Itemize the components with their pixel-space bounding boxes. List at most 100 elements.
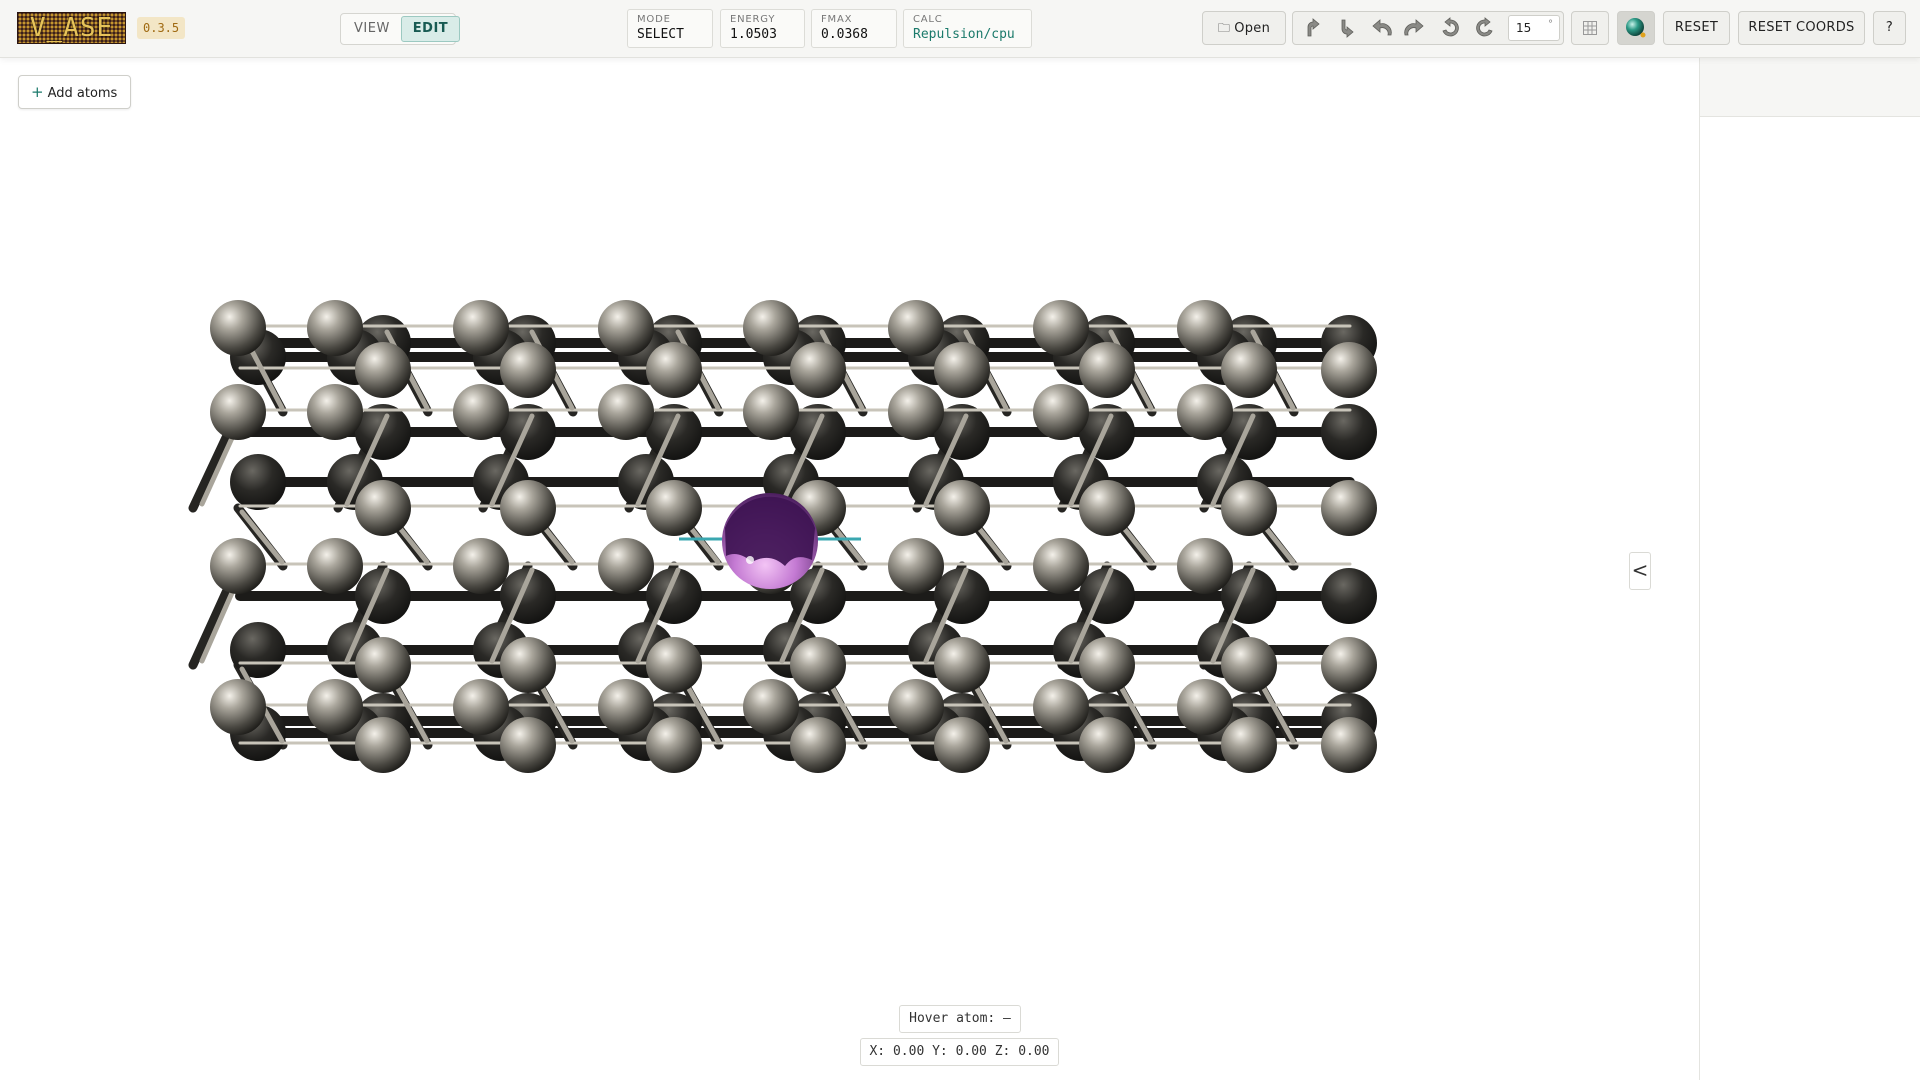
carbon-atom[interactable]: [598, 300, 654, 356]
edit-mode-button[interactable]: EDIT: [400, 16, 461, 42]
carbon-atom[interactable]: [1033, 679, 1089, 735]
hover-atom-readout: Hover atom: –: [899, 1005, 1021, 1033]
carbon-atom[interactable]: [355, 717, 411, 773]
top-bar: V_ASE 0.3.5 VIEW EDIT MODE SELECT ENERGY…: [0, 0, 1920, 58]
plus-icon: +: [31, 83, 44, 101]
carbon-atom[interactable]: [888, 300, 944, 356]
calc-value: Repulsion/cpu: [913, 27, 1015, 42]
carbon-atom[interactable]: [307, 679, 363, 735]
carbon-atom[interactable]: [1321, 342, 1377, 398]
calc-stat: CALC Repulsion/cpu: [903, 9, 1032, 48]
carbon-atom[interactable]: [1221, 637, 1277, 693]
carbon-atom[interactable]: [743, 384, 799, 440]
carbon-atom[interactable]: [1321, 637, 1377, 693]
carbon-atom[interactable]: [1079, 717, 1135, 773]
carbon-atom[interactable]: [888, 538, 944, 594]
carbon-atom[interactable]: [934, 717, 990, 773]
carbon-atom[interactable]: [500, 637, 556, 693]
carbon-atom[interactable]: [1321, 717, 1377, 773]
carbon-atom[interactable]: [1321, 480, 1377, 536]
molecule-viewport[interactable]: <: [0, 58, 1699, 1080]
carbon-atom[interactable]: [1221, 480, 1277, 536]
rotate-cw-icon[interactable]: [1471, 16, 1499, 40]
carbon-atom[interactable]: [355, 342, 411, 398]
carbon-atom[interactable]: [453, 679, 509, 735]
carbon-atom[interactable]: [1321, 568, 1377, 624]
carbon-atom[interactable]: [307, 538, 363, 594]
carbon-atom[interactable]: [1221, 717, 1277, 773]
view-edit-switch: VIEW EDIT: [340, 13, 461, 45]
rotate-right-icon[interactable]: [1400, 16, 1428, 40]
rotate-down-icon[interactable]: [1333, 16, 1361, 40]
side-panel-header: [1700, 58, 1920, 117]
molecule-render[interactable]: [0, 58, 1699, 1080]
render-style-button[interactable]: [1617, 11, 1655, 45]
carbon-atom[interactable]: [1177, 300, 1233, 356]
folder-icon: 🗀: [1217, 21, 1231, 35]
mode-stat: MODE SELECT: [627, 9, 713, 48]
carbon-atom[interactable]: [210, 300, 266, 356]
energy-stat: ENERGY 1.0503: [720, 9, 805, 48]
rotate-up-icon[interactable]: [1299, 16, 1327, 40]
carbon-atom[interactable]: [888, 384, 944, 440]
fmax-stat: FMAX 0.0368: [811, 9, 897, 48]
side-panel-toggle[interactable]: <: [1629, 552, 1651, 590]
carbon-atom[interactable]: [598, 538, 654, 594]
grid-toggle-button[interactable]: [1571, 11, 1609, 45]
carbon-atom[interactable]: [1079, 342, 1135, 398]
add-atoms-button[interactable]: + Add atoms: [18, 75, 132, 109]
carbon-atom[interactable]: [743, 679, 799, 735]
carbon-atom[interactable]: [453, 538, 509, 594]
carbon-atom[interactable]: [598, 384, 654, 440]
carbon-atom[interactable]: [453, 384, 509, 440]
energy-value: 1.0503: [730, 27, 777, 42]
grid-icon: [1583, 21, 1597, 35]
carbon-atom[interactable]: [646, 342, 702, 398]
carbon-atom[interactable]: [307, 300, 363, 356]
carbon-atom[interactable]: [210, 384, 266, 440]
rotate-ccw-icon[interactable]: [1436, 16, 1464, 40]
carbon-atom[interactable]: [500, 717, 556, 773]
carbon-atom[interactable]: [210, 538, 266, 594]
carbon-atom[interactable]: [888, 679, 944, 735]
carbon-atom[interactable]: [230, 454, 286, 510]
reset-button[interactable]: RESET: [1663, 11, 1730, 45]
carbon-atom[interactable]: [646, 717, 702, 773]
view-mode-button[interactable]: VIEW: [343, 16, 401, 42]
carbon-atom[interactable]: [1177, 384, 1233, 440]
carbon-atom[interactable]: [1033, 384, 1089, 440]
side-panel: [1699, 58, 1920, 1080]
help-button[interactable]: ?: [1873, 11, 1906, 45]
carbon-atom[interactable]: [500, 342, 556, 398]
carbon-atom[interactable]: [210, 679, 266, 735]
rotate-left-icon[interactable]: [1368, 16, 1396, 40]
carbon-atom[interactable]: [500, 480, 556, 536]
carbon-atom[interactable]: [355, 637, 411, 693]
carbon-atom[interactable]: [1177, 538, 1233, 594]
carbon-atom[interactable]: [598, 679, 654, 735]
carbon-atom[interactable]: [1033, 538, 1089, 594]
carbon-atom[interactable]: [790, 637, 846, 693]
carbon-atom[interactable]: [453, 300, 509, 356]
carbon-atom[interactable]: [934, 342, 990, 398]
carbon-atom[interactable]: [743, 300, 799, 356]
carbon-atom[interactable]: [934, 637, 990, 693]
carbon-atom[interactable]: [1177, 679, 1233, 735]
carbon-atom[interactable]: [1033, 300, 1089, 356]
carbon-atom[interactable]: [1079, 480, 1135, 536]
version-badge: 0.3.5: [137, 17, 186, 39]
carbon-atom[interactable]: [790, 717, 846, 773]
open-button[interactable]: 🗀 Open: [1202, 11, 1286, 45]
reset-coords-button[interactable]: RESET COORDS: [1738, 11, 1865, 45]
carbon-atom[interactable]: [646, 480, 702, 536]
carbon-atom[interactable]: [1079, 637, 1135, 693]
carbon-atom[interactable]: [1221, 342, 1277, 398]
sphere-icon: [1626, 18, 1646, 38]
carbon-atom[interactable]: [934, 480, 990, 536]
carbon-atom[interactable]: [307, 384, 363, 440]
carbon-atom[interactable]: [790, 342, 846, 398]
carbon-atom[interactable]: [355, 480, 411, 536]
rotation-angle-input[interactable]: 15 °: [1508, 15, 1560, 41]
fmax-value: 0.0368: [821, 27, 868, 42]
carbon-atom[interactable]: [646, 637, 702, 693]
